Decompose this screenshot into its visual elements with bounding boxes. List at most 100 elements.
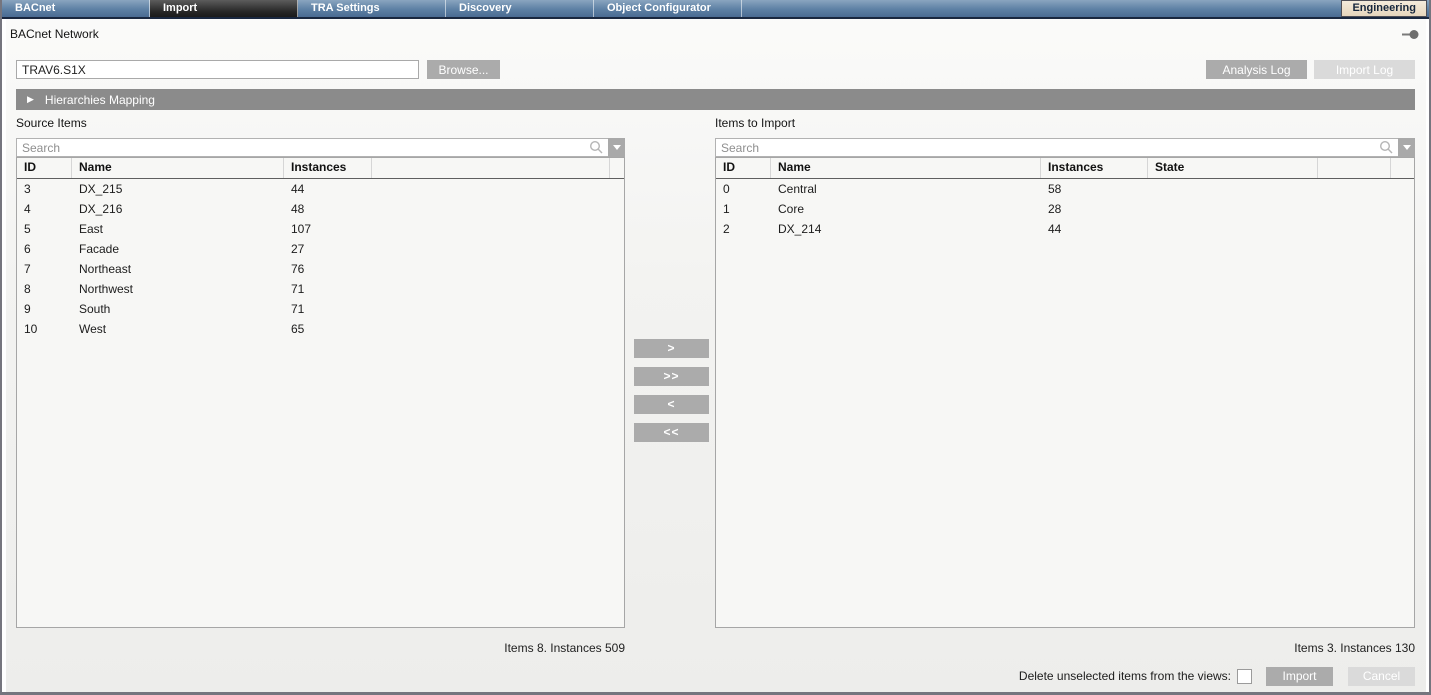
analysis-log-button[interactable]: Analysis Log <box>1206 60 1307 79</box>
cell-name: DX_215 <box>72 179 284 199</box>
browse-button[interactable]: Browse... <box>427 60 500 79</box>
cell-spacer <box>1318 219 1391 239</box>
column-header-spacer <box>372 158 610 178</box>
move-all-left-button[interactable]: << <box>634 423 709 442</box>
column-header-name[interactable]: Name <box>72 158 284 178</box>
tab-discovery[interactable]: Discovery <box>446 0 594 17</box>
cell-spacer <box>610 299 624 319</box>
cell-spacer <box>610 219 624 239</box>
footer-bar: Delete unselected items from the views: … <box>715 666 1415 686</box>
cell-spacer <box>1391 199 1414 219</box>
table-row[interactable]: 7Northeast76 <box>17 259 624 279</box>
cell-state <box>1148 179 1318 199</box>
pin-icon[interactable] <box>1402 29 1419 40</box>
tab-bacnet[interactable]: BACnet <box>2 0 150 17</box>
cell-instances: 71 <box>284 279 372 299</box>
cell-instances: 58 <box>1041 179 1148 199</box>
column-header-id[interactable]: ID <box>716 158 771 178</box>
table-row[interactable]: 0Central58 <box>716 179 1414 199</box>
delete-unselected-checkbox[interactable] <box>1237 669 1252 684</box>
cell-spacer <box>610 239 624 259</box>
cell-spacer <box>1318 199 1391 219</box>
cell-spacer <box>1318 179 1391 199</box>
tab-import[interactable]: Import <box>150 0 298 17</box>
column-header-spacer <box>1318 158 1391 178</box>
search-icon <box>589 140 604 155</box>
chevron-down-icon <box>613 145 621 150</box>
source-filter-dropdown-button[interactable] <box>608 138 625 157</box>
import-table-body: 0Central581Core282DX_21444 <box>716 179 1414 239</box>
cell-name: Core <box>771 199 1041 219</box>
table-row[interactable]: 3DX_21544 <box>17 179 624 199</box>
column-header-id[interactable]: ID <box>17 158 72 178</box>
cell-id: 1 <box>716 199 771 219</box>
import-log-button[interactable]: Import Log <box>1314 60 1415 79</box>
source-search-input[interactable] <box>16 138 608 157</box>
column-header-instances[interactable]: Instances <box>1041 158 1148 178</box>
cell-instances: 71 <box>284 299 372 319</box>
page-title: BACnet Network <box>10 27 99 41</box>
table-row[interactable]: 4DX_21648 <box>17 199 624 219</box>
cell-name: East <box>72 219 284 239</box>
cell-id: 5 <box>17 219 72 239</box>
cell-name: DX_214 <box>771 219 1041 239</box>
cell-id: 6 <box>17 239 72 259</box>
table-row[interactable]: 10West65 <box>17 319 624 339</box>
items-to-import-table: IDNameInstancesState 0Central581Core282D… <box>715 157 1415 628</box>
hierarchies-mapping-expander[interactable]: ▶ Hierarchies Mapping <box>16 89 1415 110</box>
cell-instances: 44 <box>284 179 372 199</box>
cell-id: 8 <box>17 279 72 299</box>
table-row[interactable]: 6Facade27 <box>17 239 624 259</box>
expand-arrow-icon: ▶ <box>27 95 34 104</box>
chevron-down-icon <box>1403 145 1411 150</box>
table-row[interactable]: 2DX_21444 <box>716 219 1414 239</box>
tab-object-configurator[interactable]: Object Configurator <box>594 0 742 17</box>
source-items-title: Source Items <box>16 116 87 130</box>
cell-id: 0 <box>716 179 771 199</box>
cell-id: 9 <box>17 299 72 319</box>
hierarchies-mapping-label: Hierarchies Mapping <box>45 93 155 107</box>
tab-tra-settings[interactable]: TRA Settings <box>298 0 446 17</box>
column-header-name[interactable]: Name <box>771 158 1041 178</box>
cell-name: West <box>72 319 284 339</box>
tab-bar: BACnetImportTRA SettingsDiscoveryObject … <box>2 0 1429 19</box>
column-header-spacer <box>1391 158 1414 178</box>
cell-instances: 107 <box>284 219 372 239</box>
import-search-box <box>715 138 1415 157</box>
cell-spacer <box>372 259 610 279</box>
source-items-summary: Items 8. Instances 509 <box>16 641 625 655</box>
bacnet-import-window: BACnetImportTRA SettingsDiscoveryObject … <box>0 0 1431 695</box>
import-button[interactable]: Import <box>1266 667 1333 686</box>
table-row[interactable]: 1Core28 <box>716 199 1414 219</box>
column-header-instances[interactable]: Instances <box>284 158 372 178</box>
cell-id: 2 <box>716 219 771 239</box>
source-items-table: IDNameInstances 3DX_215444DX_216485East1… <box>16 157 625 628</box>
cell-spacer <box>372 279 610 299</box>
tab-strip: BACnetImportTRA SettingsDiscoveryObject … <box>2 0 742 17</box>
move-all-right-button[interactable]: >> <box>634 367 709 386</box>
cell-spacer <box>372 199 610 219</box>
cell-spacer <box>372 219 610 239</box>
source-file-input[interactable] <box>16 60 419 79</box>
cell-instances: 27 <box>284 239 372 259</box>
cell-id: 3 <box>17 179 72 199</box>
table-row[interactable]: 5East107 <box>17 219 624 239</box>
source-table-body: 3DX_215444DX_216485East1076Facade277Nort… <box>17 179 624 339</box>
move-selected-left-button[interactable]: < <box>634 395 709 414</box>
column-header-state[interactable]: State <box>1148 158 1318 178</box>
table-row[interactable]: 8Northwest71 <box>17 279 624 299</box>
move-selected-right-button[interactable]: > <box>634 339 709 358</box>
cell-name: South <box>72 299 284 319</box>
cancel-button[interactable]: Cancel <box>1348 667 1415 686</box>
engineering-mode-button[interactable]: Engineering <box>1341 0 1427 17</box>
source-table-header: IDNameInstances <box>17 158 624 179</box>
import-filter-dropdown-button[interactable] <box>1398 138 1415 157</box>
import-search-input[interactable] <box>715 138 1398 157</box>
transfer-buttons: >>><<< <box>634 339 709 442</box>
search-icon <box>1379 140 1394 155</box>
table-row[interactable]: 9South71 <box>17 299 624 319</box>
cell-spacer <box>610 199 624 219</box>
cell-instances: 28 <box>1041 199 1148 219</box>
source-search-box <box>16 138 625 157</box>
cell-name: DX_216 <box>72 199 284 219</box>
